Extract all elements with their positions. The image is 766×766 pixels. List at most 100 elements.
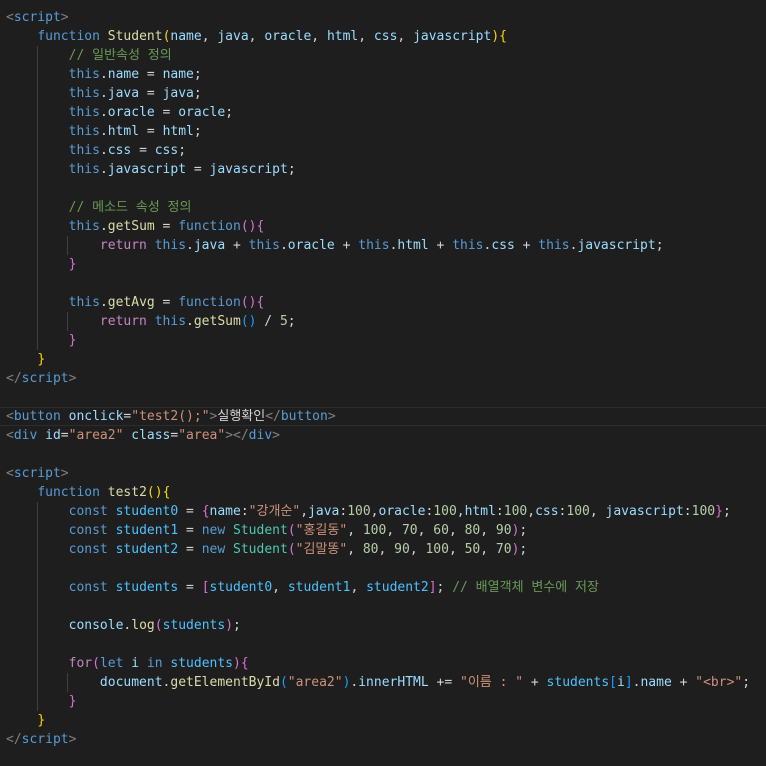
- code-token: css: [107, 143, 132, 158]
- code-line[interactable]: [0, 597, 766, 616]
- code-line[interactable]: [0, 388, 766, 407]
- code-token: ,: [456, 504, 465, 519]
- code-token: ></: [225, 428, 249, 443]
- code-token: >: [60, 466, 69, 481]
- code-line[interactable]: const student2 = new Student("김말똥", 80, …: [0, 540, 766, 559]
- code-line[interactable]: }: [0, 711, 766, 730]
- code-line[interactable]: }: [0, 350, 766, 369]
- code-line[interactable]: const students = [student0, student1, st…: [0, 578, 766, 597]
- code-token: =: [60, 428, 69, 443]
- code-token: ;: [178, 143, 187, 158]
- code-token: i: [617, 675, 625, 690]
- code-token: ,: [480, 523, 496, 538]
- code-token: :: [339, 504, 348, 519]
- indent-guide: [67, 673, 68, 692]
- code-token: ): [233, 656, 241, 671]
- code-token: getAvg: [107, 295, 155, 310]
- code-line[interactable]: [0, 445, 766, 464]
- code-token: in: [146, 656, 171, 671]
- code-token: ): [225, 618, 234, 633]
- code-token: onclick: [68, 409, 124, 424]
- code-line[interactable]: function Student(name, java, oracle, htm…: [0, 27, 766, 46]
- code-line[interactable]: }: [0, 255, 766, 274]
- code-line[interactable]: }: [0, 331, 766, 350]
- code-token: java: [308, 504, 340, 519]
- code-token: 100: [362, 523, 387, 538]
- code-line[interactable]: [0, 274, 766, 293]
- code-line[interactable]: this.css = css;: [0, 141, 766, 160]
- code-line[interactable]: <button onclick="test2();">실행확인</button>: [0, 407, 766, 426]
- indent-guide: [37, 255, 38, 274]
- code-line[interactable]: this.getSum = function(){: [0, 217, 766, 236]
- code-line[interactable]: this.oracle = oracle;: [0, 103, 766, 122]
- code-token: ;: [655, 238, 664, 253]
- code-token: <: [6, 428, 14, 443]
- code-token: .: [99, 86, 108, 101]
- code-token: // 일반속성 정의: [68, 48, 172, 63]
- code-token: log: [131, 618, 155, 633]
- code-token: return: [99, 314, 155, 329]
- code-token: .: [99, 219, 108, 234]
- code-token: getElementById: [170, 675, 280, 690]
- code-token: ,: [248, 29, 265, 44]
- code-token: .: [279, 238, 288, 253]
- code-token: <: [6, 409, 14, 424]
- indent-guide: [37, 331, 38, 350]
- code-token: +: [523, 675, 547, 690]
- code-line[interactable]: const student1 = new Student("홍길동", 100,…: [0, 521, 766, 540]
- code-line[interactable]: this.name = name;: [0, 65, 766, 84]
- code-token: ,: [347, 523, 363, 538]
- code-line[interactable]: this.java = java;: [0, 84, 766, 103]
- code-token: =: [178, 504, 202, 519]
- code-line[interactable]: this.getAvg = function(){: [0, 293, 766, 312]
- code-token: </: [6, 732, 22, 747]
- code-token: const: [68, 504, 116, 519]
- code-line[interactable]: <script>: [0, 8, 766, 27]
- code-token: <: [6, 10, 14, 25]
- code-token: ,: [347, 542, 363, 557]
- code-line[interactable]: // 메소드 속성 정의: [0, 198, 766, 217]
- code-token: ;: [287, 162, 296, 177]
- code-token: name: [640, 675, 672, 690]
- code-line[interactable]: this.html = html;: [0, 122, 766, 141]
- code-token: >: [68, 371, 77, 386]
- code-line[interactable]: // 일반속성 정의: [0, 46, 766, 65]
- code-editor[interactable]: <script> function Student(name, java, or…: [0, 0, 766, 766]
- code-token: ]: [428, 580, 437, 595]
- code-line[interactable]: this.javascript = javascript;: [0, 160, 766, 179]
- code-token: student1: [115, 523, 179, 538]
- code-line[interactable]: }: [0, 692, 766, 711]
- code-line[interactable]: for(let i in students){: [0, 654, 766, 673]
- code-token: "강개순": [248, 504, 301, 519]
- code-line[interactable]: </script>: [0, 369, 766, 388]
- code-line[interactable]: function test2(){: [0, 483, 766, 502]
- code-line[interactable]: [0, 179, 766, 198]
- code-line[interactable]: const student0 = {name:"강개순",java:100,or…: [0, 502, 766, 521]
- code-token: for: [68, 656, 93, 671]
- code-line[interactable]: document.getElementById("area2").innerHT…: [0, 673, 766, 692]
- code-token: Student: [233, 542, 288, 557]
- code-line[interactable]: [0, 635, 766, 654]
- code-token: test2: [107, 485, 147, 500]
- code-token: +: [514, 238, 539, 253]
- code-line[interactable]: <div id="area2" class="area"></div>: [0, 426, 766, 445]
- code-line[interactable]: return this.java + this.oracle + this.ht…: [0, 236, 766, 255]
- code-token: (: [287, 542, 296, 557]
- indent-guide: [37, 46, 38, 65]
- code-token: name: [209, 504, 241, 519]
- code-token: .: [186, 238, 194, 253]
- code-line[interactable]: console.log(students);: [0, 616, 766, 635]
- code-line[interactable]: </script>: [0, 730, 766, 749]
- code-line[interactable]: [0, 559, 766, 578]
- code-token: >: [68, 732, 77, 747]
- code-token: 90: [394, 542, 410, 557]
- code-token: this: [154, 314, 187, 329]
- code-token: {: [499, 29, 507, 44]
- code-token: "test2();": [131, 409, 210, 424]
- code-token: +=: [428, 675, 460, 690]
- indent-guide: [37, 692, 38, 711]
- code-token: students: [546, 675, 610, 690]
- code-line[interactable]: return this.getSum() / 5;: [0, 312, 766, 331]
- code-line[interactable]: <script>: [0, 464, 766, 483]
